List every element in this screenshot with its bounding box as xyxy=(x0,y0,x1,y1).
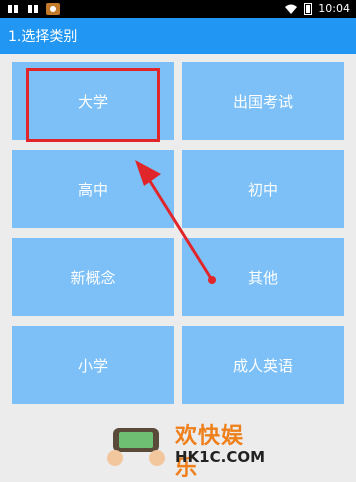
app-icon xyxy=(46,3,60,15)
category-tile-primary-school[interactable]: 小学 xyxy=(12,326,174,404)
game-controller-icon xyxy=(107,428,165,466)
category-tile-new-concept[interactable]: 新概念 xyxy=(12,238,174,316)
status-time: 10:04 xyxy=(318,2,350,15)
category-tile-study-abroad[interactable]: 出国考试 xyxy=(182,62,344,140)
highlight-annotation-box xyxy=(26,68,160,142)
watermark: 欢快娱乐 HK1C.COM xyxy=(105,418,266,481)
category-tile-high-school[interactable]: 高中 xyxy=(12,150,174,228)
status-bar: 10:04 xyxy=(0,0,356,18)
page-title: 1.选择类别 xyxy=(0,18,356,54)
category-tile-adult-english[interactable]: 成人英语 xyxy=(182,326,344,404)
category-tile-middle-school[interactable]: 初中 xyxy=(182,150,344,228)
notification-icon xyxy=(6,3,20,15)
status-icons-left xyxy=(6,3,60,15)
category-tile-other[interactable]: 其他 xyxy=(182,238,344,316)
notification-icon xyxy=(26,3,40,15)
wifi-icon xyxy=(285,4,298,14)
watermark-url: HK1C.COM xyxy=(175,448,266,466)
battery-icon xyxy=(304,2,313,15)
status-right: 10:04 xyxy=(284,2,350,15)
